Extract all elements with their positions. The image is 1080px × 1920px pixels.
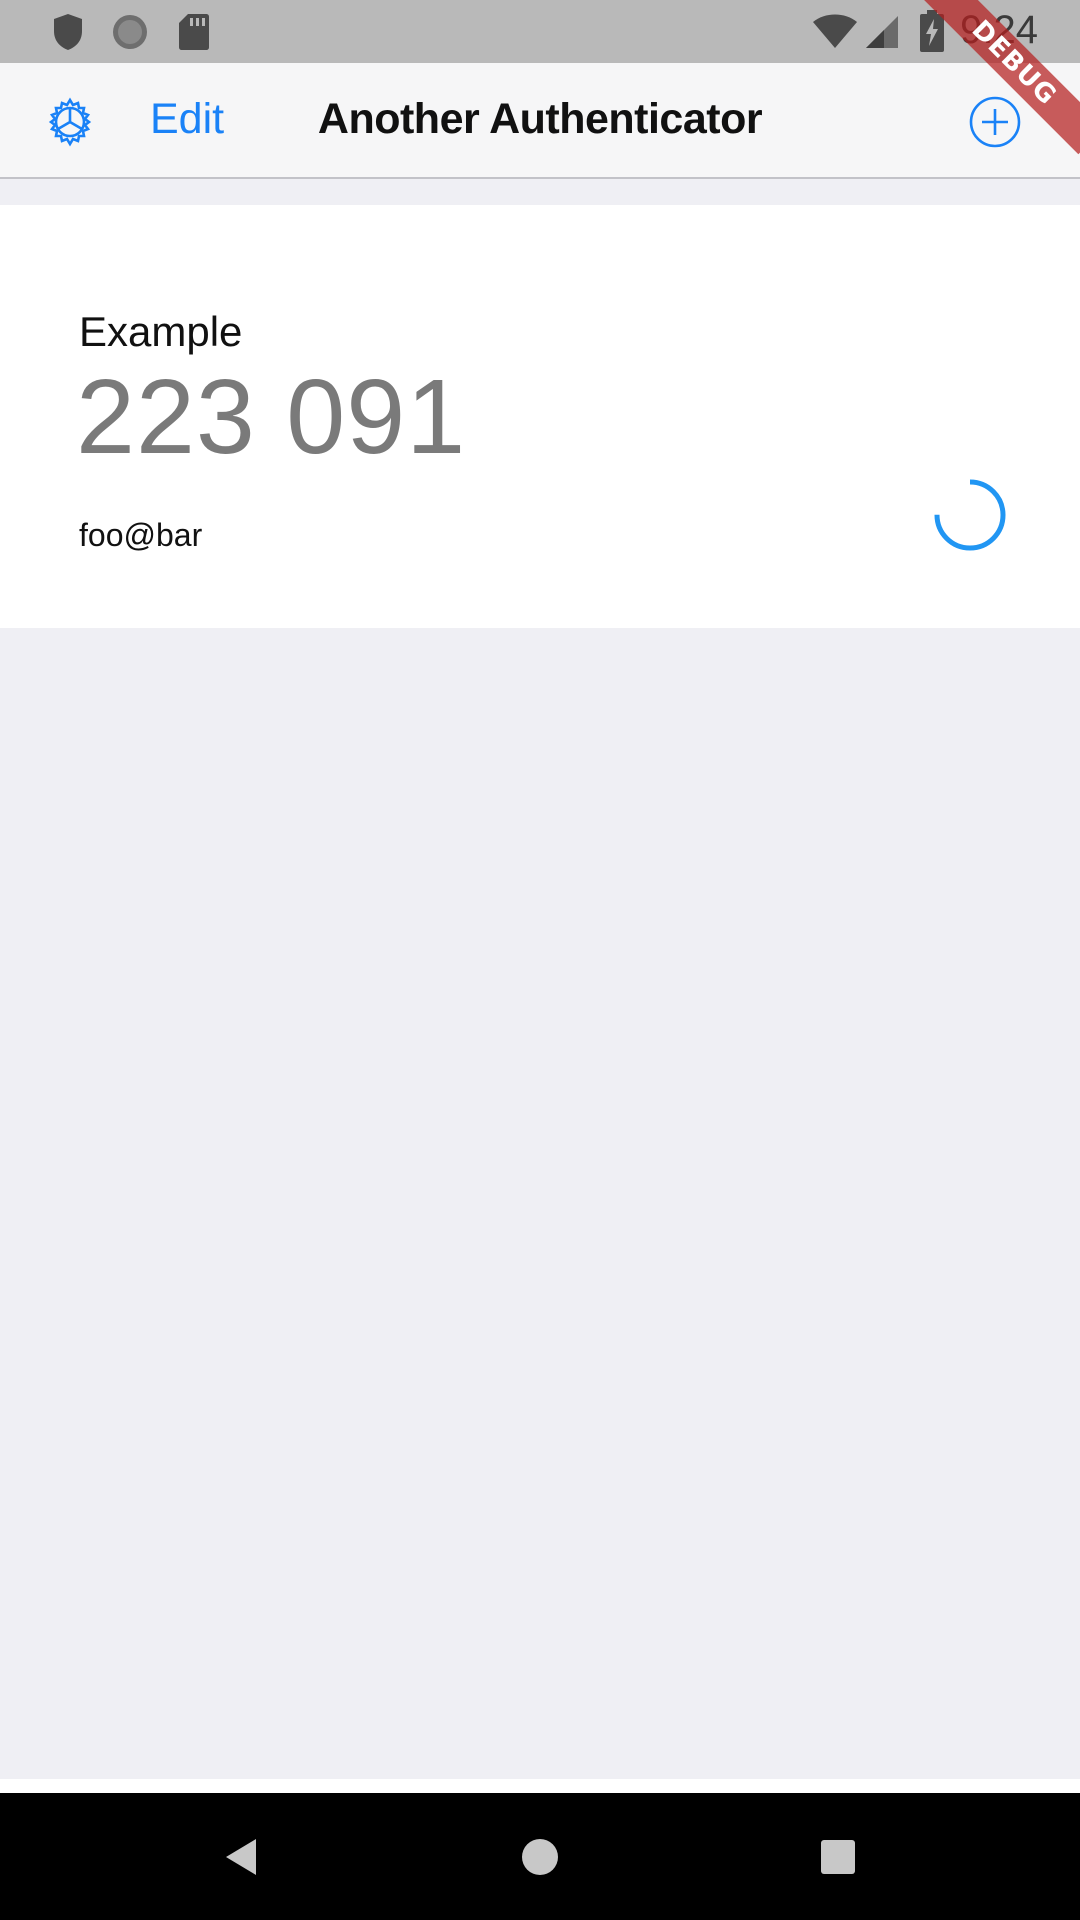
- status-time: 9:24: [960, 8, 1038, 52]
- wifi-icon: [813, 14, 857, 48]
- entry-code[interactable]: 223 091: [76, 357, 466, 478]
- home-circle-icon[interactable]: [516, 1833, 564, 1881]
- entry-issuer: Example: [79, 308, 243, 355]
- nav-bar: Edit Another Authenticator: [0, 63, 1080, 179]
- token-list: Example 223 091 foo@bar: [0, 179, 1080, 1779]
- status-bar: 9:24: [0, 0, 1080, 63]
- battery-charging-icon: [920, 10, 944, 52]
- countdown-progress-icon: [934, 479, 1006, 551]
- page-title: Another Authenticator: [317, 95, 763, 143]
- cell-signal-icon: [866, 16, 898, 48]
- plus-circle-icon[interactable]: [968, 95, 1022, 149]
- sync-icon: [113, 15, 147, 49]
- sd-card-icon: [179, 14, 209, 50]
- bottom-divider: [0, 1779, 1080, 1793]
- shield-icon: [54, 14, 82, 50]
- back-triangle-icon[interactable]: [218, 1833, 266, 1881]
- recents-square-icon[interactable]: [814, 1833, 862, 1881]
- list-item[interactable]: Example 223 091 foo@bar: [0, 205, 1080, 628]
- entry-account: foo@bar: [79, 517, 203, 553]
- system-nav-bar: [0, 1793, 1080, 1920]
